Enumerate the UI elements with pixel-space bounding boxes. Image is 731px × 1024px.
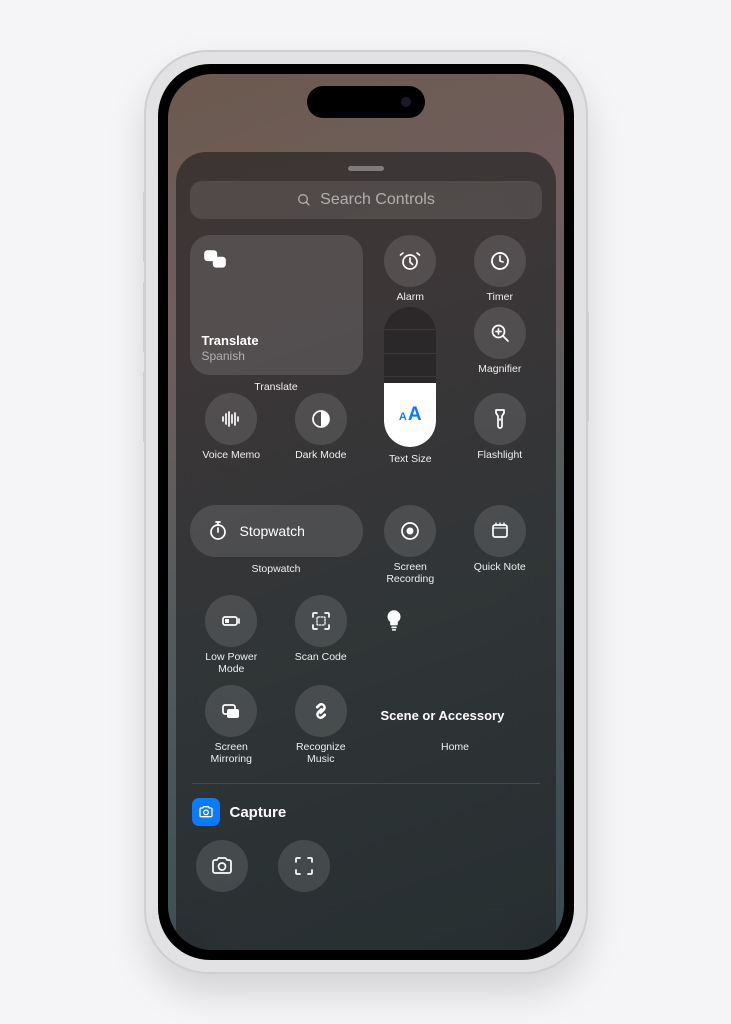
home-tile-title: Scene or Accessory — [381, 708, 530, 723]
dynamic-island — [307, 86, 425, 118]
screen-recording-label: Screen Recording — [369, 561, 453, 585]
alarm-button[interactable] — [384, 235, 436, 287]
voice-memo-button[interactable] — [205, 393, 257, 445]
magnifier-label: Magnifier — [458, 363, 542, 387]
search-placeholder: Search Controls — [320, 191, 435, 209]
translate-subtitle: Spanish — [202, 349, 351, 363]
camera-icon — [198, 804, 214, 820]
dark-mode-label: Dark Mode — [279, 449, 363, 473]
qr-icon — [309, 609, 333, 633]
magnifier-icon — [488, 321, 512, 345]
text-size-indicator: AA — [384, 383, 436, 447]
timer-icon — [488, 249, 512, 273]
capture-section-header: Capture — [190, 798, 542, 840]
section-divider — [192, 783, 540, 784]
phone-bezel: Search Controls 文 A — [158, 64, 574, 960]
capture-app-icon — [192, 798, 220, 826]
home-label: Home — [441, 741, 469, 765]
low-power-label: Low Power Mode — [190, 651, 274, 675]
note-icon — [488, 519, 512, 543]
text-size-icon: AA — [399, 404, 422, 426]
flashlight-button[interactable] — [474, 393, 526, 445]
capture-row — [190, 840, 542, 892]
stopwatch-tile[interactable]: Stopwatch — [190, 505, 363, 557]
svg-text:A: A — [216, 258, 222, 267]
battery-icon — [219, 609, 243, 633]
translate-title: Translate — [202, 333, 351, 348]
dark-mode-icon — [309, 407, 333, 431]
sheet-grabber[interactable] — [348, 166, 384, 171]
translate-icon: 文 A — [202, 247, 228, 273]
lightbulb-icon — [381, 607, 407, 633]
recognize-music-button[interactable] — [295, 685, 347, 737]
scan-code-label: Scan Code — [279, 651, 363, 675]
stopwatch-icon — [206, 519, 230, 543]
alarm-icon — [398, 249, 422, 273]
mirroring-icon — [219, 699, 243, 723]
screen-mirroring-button[interactable] — [205, 685, 257, 737]
control-center-panel: Search Controls 文 A — [176, 152, 556, 950]
text-size-slider[interactable]: AA — [384, 307, 436, 447]
capture-scan-button[interactable] — [278, 840, 330, 892]
search-icon — [296, 192, 312, 208]
translate-tile[interactable]: 文 A Translate Spanish — [190, 235, 363, 375]
search-input[interactable]: Search Controls — [190, 181, 542, 219]
quick-note-label: Quick Note — [458, 561, 542, 585]
record-icon — [398, 519, 422, 543]
low-power-button[interactable] — [205, 595, 257, 647]
timer-button[interactable] — [474, 235, 526, 287]
capture-camera-button[interactable] — [196, 840, 248, 892]
scan-code-button[interactable] — [295, 595, 347, 647]
controls-grid: 文 A Translate Spanish Translate — [190, 235, 542, 771]
stopwatch-tile-label: Stopwatch — [240, 523, 305, 539]
phone-frame: Search Controls 文 A — [146, 52, 586, 972]
flashlight-icon — [488, 407, 512, 431]
flashlight-label: Flashlight — [458, 449, 542, 473]
viewfinder-icon — [292, 854, 316, 878]
svg-text:文: 文 — [206, 250, 214, 260]
capture-section-title: Capture — [230, 804, 287, 821]
shazam-icon — [309, 699, 333, 723]
phone-screen: Search Controls 文 A — [168, 74, 564, 950]
voice-memo-label: Voice Memo — [190, 449, 274, 473]
waveform-icon — [219, 407, 243, 431]
screen-recording-button[interactable] — [384, 505, 436, 557]
stopwatch-label: Stopwatch — [251, 563, 300, 587]
magnifier-button[interactable] — [474, 307, 526, 359]
recognize-music-label: Recognize Music — [279, 741, 363, 765]
text-size-label: Text Size — [369, 453, 453, 477]
home-tile[interactable]: Scene or Accessory — [369, 595, 542, 735]
quick-note-button[interactable] — [474, 505, 526, 557]
dark-mode-button[interactable] — [295, 393, 347, 445]
screen-mirroring-label: Screen Mirroring — [190, 741, 274, 765]
camera-outline-icon — [210, 854, 234, 878]
